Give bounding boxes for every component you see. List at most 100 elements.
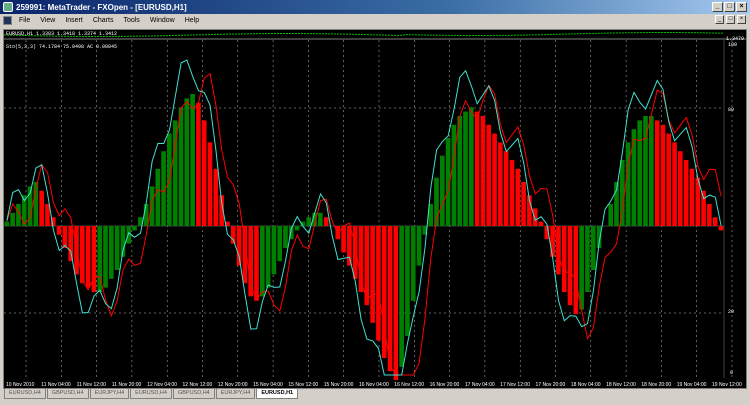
doc-close-button[interactable]: × (737, 15, 746, 24)
time-axis-label: 17 Nov 12:00 (500, 382, 530, 388)
ac-bar (4, 221, 10, 226)
menu-help[interactable]: Help (180, 17, 204, 24)
ac-bar (196, 102, 201, 226)
document-icon[interactable] (3, 16, 12, 25)
doc-minimize-button[interactable]: _ (715, 15, 724, 24)
ac-bar (306, 217, 312, 226)
ac-bar (457, 116, 463, 226)
main-chart-info: EURUSD,H1 1.3383 1.3418 1.3374 1.3412 (6, 31, 118, 37)
close-button[interactable]: × (736, 2, 747, 12)
ac-bar (347, 226, 352, 266)
ac-bar (265, 226, 271, 288)
time-axis-label: 12 Nov 04:00 (147, 382, 177, 388)
ac-bar (567, 226, 573, 306)
indicator-info: Sto(5,3,3) 74.1784 75.0498 AC 0.00845 (6, 44, 118, 50)
ac-bar (341, 226, 346, 253)
ac-bar (79, 226, 85, 284)
ac-bar (126, 226, 132, 244)
ac-bar (213, 168, 219, 226)
time-axis-label: 17 Nov 20:00 (536, 382, 566, 388)
tab-chart-7[interactable]: EURUSD,H1 (256, 389, 299, 399)
chart-tabs: EURUSD,H4 GBPUSD,H4 EURJPY,H4 EURUSD,H4 … (0, 389, 750, 405)
tab-chart-5[interactable]: GBPUSD,H4 (172, 389, 215, 399)
app-icon (3, 2, 13, 12)
ac-bar (707, 204, 712, 226)
time-axis-label: 18 Nov 12:00 (606, 382, 636, 388)
ac-bar (556, 226, 561, 275)
ac-bar (45, 204, 50, 226)
ac-bar (503, 151, 509, 226)
ac-bar (579, 226, 584, 310)
ac-bar (190, 94, 195, 226)
menu-tools[interactable]: Tools (118, 17, 144, 24)
ac-bar (259, 226, 265, 297)
ac-bar (178, 107, 184, 226)
ac-bar (625, 142, 631, 226)
ac-bar (683, 160, 689, 226)
ac-bar (277, 226, 283, 262)
time-axis-label: 11 Nov 20:00 (112, 382, 142, 388)
tab-chart-6[interactable]: EURJPY,H4 (215, 389, 256, 399)
ac-bar (498, 142, 503, 226)
ac-bar (660, 124, 666, 226)
time-axis-label: 16 Nov 12:00 (394, 382, 424, 388)
ac-bar (184, 98, 190, 226)
ac-bar (463, 111, 468, 226)
tab-chart-3[interactable]: EURJPY,H4 (89, 389, 130, 399)
ac-bar (114, 226, 120, 270)
ac-bar (393, 226, 399, 380)
ac-bar (619, 160, 625, 226)
ac-bar (637, 120, 643, 226)
ac-bar (85, 226, 91, 288)
tab-chart-2[interactable]: GBPUSD,H4 (46, 389, 89, 399)
chart-window[interactable]: 10 Nov 2010 11 Nov 04:00 11 Nov 12:00 11 No… (3, 29, 747, 389)
ac-bar (416, 226, 422, 266)
ac-bar (712, 217, 718, 226)
minimize-button[interactable]: _ (712, 2, 723, 12)
level-0: 0 (730, 370, 734, 376)
ac-bar (439, 155, 445, 226)
menu-window[interactable]: Window (145, 17, 180, 24)
ac-bar (474, 111, 480, 226)
ac-bar (10, 212, 15, 226)
ac-bar (56, 226, 62, 235)
menu-insert[interactable]: Insert (60, 17, 88, 24)
time-axis-label: 18 Nov 20:00 (641, 382, 671, 388)
menu-bar: File View Insert Charts Tools Window Hel… (0, 14, 750, 27)
ac-bar (201, 120, 207, 226)
ac-bar (678, 151, 683, 226)
tab-chart-4[interactable]: EURUSD,H4 (130, 389, 172, 399)
tab-chart-1[interactable]: EURUSD,H4 (4, 389, 46, 399)
time-axis-label: 16 Nov 20:00 (430, 382, 460, 388)
maximize-button[interactable]: □ (724, 2, 735, 12)
menu-view[interactable]: View (35, 17, 60, 24)
stochastic-main-line (6, 59, 722, 376)
ac-bar (509, 160, 515, 226)
ac-bar (492, 133, 497, 226)
ac-bar (649, 116, 654, 226)
window-title: 259991: MetaTrader - FXOpen - [EURUSD,H1… (16, 2, 187, 12)
time-axis-label: 16 Nov 04:00 (359, 382, 389, 388)
ac-bar (236, 226, 242, 266)
menu-charts[interactable]: Charts (88, 17, 119, 24)
ac-bar (271, 226, 277, 275)
level-80: 80 (728, 107, 735, 113)
ac-bar (323, 217, 329, 226)
ac-bar (399, 226, 404, 367)
ac-bar (718, 226, 724, 231)
ac-bar (376, 226, 381, 341)
ac-bar (39, 190, 44, 226)
ac-bar (109, 226, 114, 279)
ac-bar (410, 226, 416, 301)
menu-file[interactable]: File (14, 17, 35, 24)
doc-maximize-button[interactable]: □ (726, 15, 735, 24)
ac-bar (318, 212, 323, 226)
time-axis-label: 19 Nov 04:00 (677, 382, 707, 388)
time-axis-label: 15 Nov 12:00 (288, 382, 318, 388)
ac-bar (689, 168, 695, 226)
ac-bar (701, 190, 706, 226)
ac-bar (573, 226, 579, 314)
chart-canvas[interactable]: 10 Nov 2010 11 Nov 04:00 11 Nov 12:00 11 No… (4, 30, 746, 388)
ac-bar (155, 168, 161, 226)
ac-bar (561, 226, 567, 292)
